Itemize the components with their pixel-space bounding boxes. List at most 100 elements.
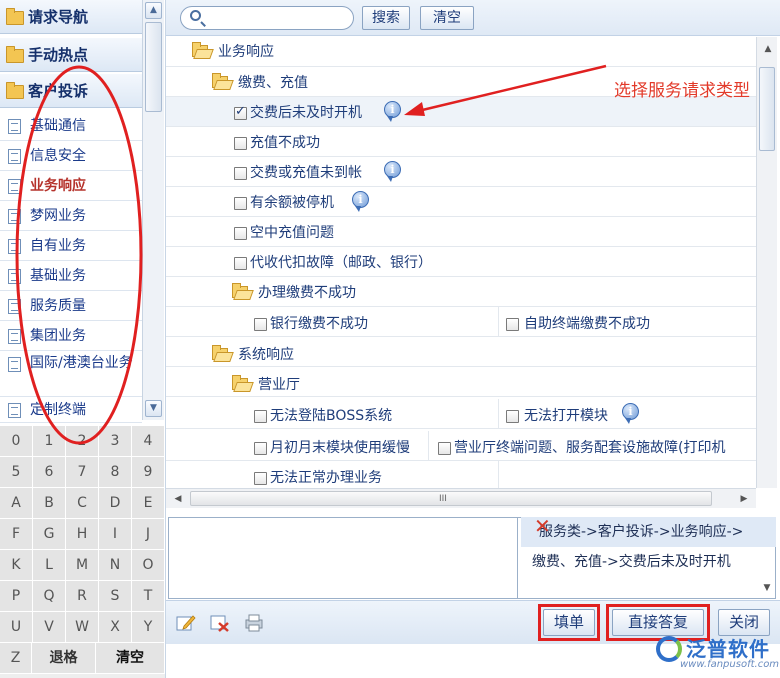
tree-vertical-scrollbar[interactable]: ▲ xyxy=(756,37,777,488)
tree-node-sub-payment-failed[interactable]: 办理缴费不成功 xyxy=(166,277,756,307)
tree-horizontal-scrollbar[interactable]: ◀ III ▶ xyxy=(166,488,756,508)
checkbox[interactable] xyxy=(234,137,247,150)
key[interactable]: B xyxy=(33,488,66,519)
tree-leaf-label[interactable]: 营业厅终端问题、服务配套设施故障(打印机 xyxy=(454,439,725,457)
key[interactable]: L xyxy=(33,550,66,581)
tree-leaf-label[interactable]: 银行缴费不成功 xyxy=(270,315,368,333)
search-button[interactable]: 搜索 xyxy=(362,6,410,30)
info-icon[interactable]: i xyxy=(384,161,401,182)
delete-path-icon[interactable]: ✕ xyxy=(534,516,551,536)
tree-node-root[interactable]: 业务响应 xyxy=(166,37,756,67)
scroll-down-icon[interactable]: ▼ xyxy=(145,400,162,417)
edit-icon[interactable] xyxy=(176,614,196,632)
key[interactable]: 3 xyxy=(99,426,132,457)
key[interactable]: T xyxy=(132,581,165,612)
tree-leaf-label[interactable]: 无法登陆BOSS系统 xyxy=(270,407,392,425)
nav-header-request[interactable]: 请求导航 xyxy=(0,0,142,34)
key[interactable]: D xyxy=(99,488,132,519)
info-icon[interactable]: i xyxy=(352,191,369,212)
scroll-up-icon[interactable]: ▲ xyxy=(760,41,776,57)
key[interactable]: 7 xyxy=(66,457,99,488)
key[interactable]: M xyxy=(66,550,99,581)
key[interactable]: X xyxy=(99,612,132,643)
checkbox[interactable] xyxy=(506,318,519,331)
checkbox[interactable] xyxy=(234,257,247,270)
key[interactable]: 0 xyxy=(0,426,33,457)
print-icon[interactable] xyxy=(244,614,264,632)
key[interactable]: Y xyxy=(132,612,165,643)
tree-node-group-system[interactable]: 系统响应 xyxy=(166,337,756,367)
scroll-right-icon[interactable]: ▶ xyxy=(736,491,752,507)
key[interactable]: J xyxy=(132,519,165,550)
nav-item-international[interactable]: 国际/港澳台业务 xyxy=(0,351,142,397)
nav-header-complaint[interactable]: 客户投诉 xyxy=(0,74,142,108)
checkbox[interactable] xyxy=(254,472,267,485)
nav-item-group-business[interactable]: 集团业务 xyxy=(0,321,142,351)
key[interactable]: 9 xyxy=(132,457,165,488)
nav-item-service-quality[interactable]: 服务质量 xyxy=(0,291,142,321)
key[interactable]: 1 xyxy=(33,426,66,457)
key[interactable]: 5 xyxy=(0,457,33,488)
checkbox[interactable] xyxy=(254,318,267,331)
key[interactable]: G xyxy=(33,519,66,550)
tree-leaf-label[interactable]: 无法正常办理业务 xyxy=(270,469,382,487)
tree-leaf-label[interactable]: 月初月末模块使用缓慢 xyxy=(270,439,410,457)
tree-hscroll-thumb[interactable]: III xyxy=(190,491,712,506)
nav-item-custom-terminal[interactable]: 定制终端 xyxy=(0,397,142,423)
nav-item-basic-business[interactable]: 基础业务 xyxy=(0,261,142,291)
key[interactable]: N xyxy=(99,550,132,581)
tree-leaf[interactable]: 空中充值问题 xyxy=(166,217,756,247)
key[interactable]: 2 xyxy=(66,426,99,457)
nav-item-monternet[interactable]: 梦网业务 xyxy=(0,201,142,231)
nav-scroll-thumb[interactable] xyxy=(145,22,162,112)
backspace-key[interactable]: 退格 xyxy=(32,643,96,674)
key[interactable]: F xyxy=(0,519,33,550)
key[interactable]: R xyxy=(66,581,99,612)
tree-leaf[interactable]: 充值不成功 xyxy=(166,127,756,157)
tree-leaf[interactable]: 有余额被停机 i xyxy=(166,187,756,217)
checkbox[interactable] xyxy=(234,104,247,120)
note-textarea[interactable] xyxy=(168,517,518,599)
key[interactable]: S xyxy=(99,581,132,612)
scroll-down-icon[interactable]: ▼ xyxy=(759,580,775,596)
key[interactable]: 6 xyxy=(33,457,66,488)
key[interactable]: 4 xyxy=(132,426,165,457)
key[interactable]: C xyxy=(66,488,99,519)
path-scrollbar[interactable]: ▼ xyxy=(758,548,776,598)
nav-scrollbar[interactable]: ▲ ▼ xyxy=(142,0,164,420)
checkbox[interactable] xyxy=(254,410,267,423)
checkbox[interactable] xyxy=(254,442,267,455)
key[interactable]: K xyxy=(0,550,33,581)
nav-header-hotspot[interactable]: 手动热点 xyxy=(0,38,142,72)
scroll-up-icon[interactable]: ▲ xyxy=(145,2,162,19)
key[interactable]: 8 xyxy=(99,457,132,488)
tree-leaf-label[interactable]: 自助终端缴费不成功 xyxy=(524,315,650,333)
key[interactable]: H xyxy=(66,519,99,550)
key[interactable]: E xyxy=(132,488,165,519)
search-input[interactable] xyxy=(180,6,354,30)
key[interactable]: P xyxy=(0,581,33,612)
close-button[interactable]: 关闭 xyxy=(718,609,770,636)
key[interactable]: V xyxy=(33,612,66,643)
checkbox[interactable] xyxy=(234,197,247,210)
checkbox[interactable] xyxy=(438,442,451,455)
key[interactable]: U xyxy=(0,612,33,643)
key[interactable]: Z xyxy=(0,643,32,674)
key[interactable]: Q xyxy=(33,581,66,612)
nav-item-business-response[interactable]: 业务响应 xyxy=(0,171,142,201)
tree-leaf[interactable]: 代收代扣故障（邮政、银行） xyxy=(166,247,756,277)
nav-item-information-security[interactable]: 信息安全 xyxy=(0,141,142,171)
checkbox[interactable] xyxy=(234,167,247,180)
key[interactable]: I xyxy=(99,519,132,550)
info-icon[interactable]: i xyxy=(622,403,639,424)
tree-node-sub-hall[interactable]: 营业厅 xyxy=(166,367,756,397)
nav-item-own-business[interactable]: 自有业务 xyxy=(0,231,142,261)
tree-leaf[interactable]: 交费或充值未到帐 i xyxy=(166,157,756,187)
tree-leaf-label[interactable]: 无法打开模块 xyxy=(524,407,608,425)
clear-key[interactable]: 清空 xyxy=(96,643,165,674)
checkbox[interactable] xyxy=(506,410,519,423)
scroll-left-icon[interactable]: ◀ xyxy=(170,491,186,507)
key[interactable]: W xyxy=(66,612,99,643)
checkbox[interactable] xyxy=(234,227,247,240)
clear-button[interactable]: 清空 xyxy=(420,6,474,30)
